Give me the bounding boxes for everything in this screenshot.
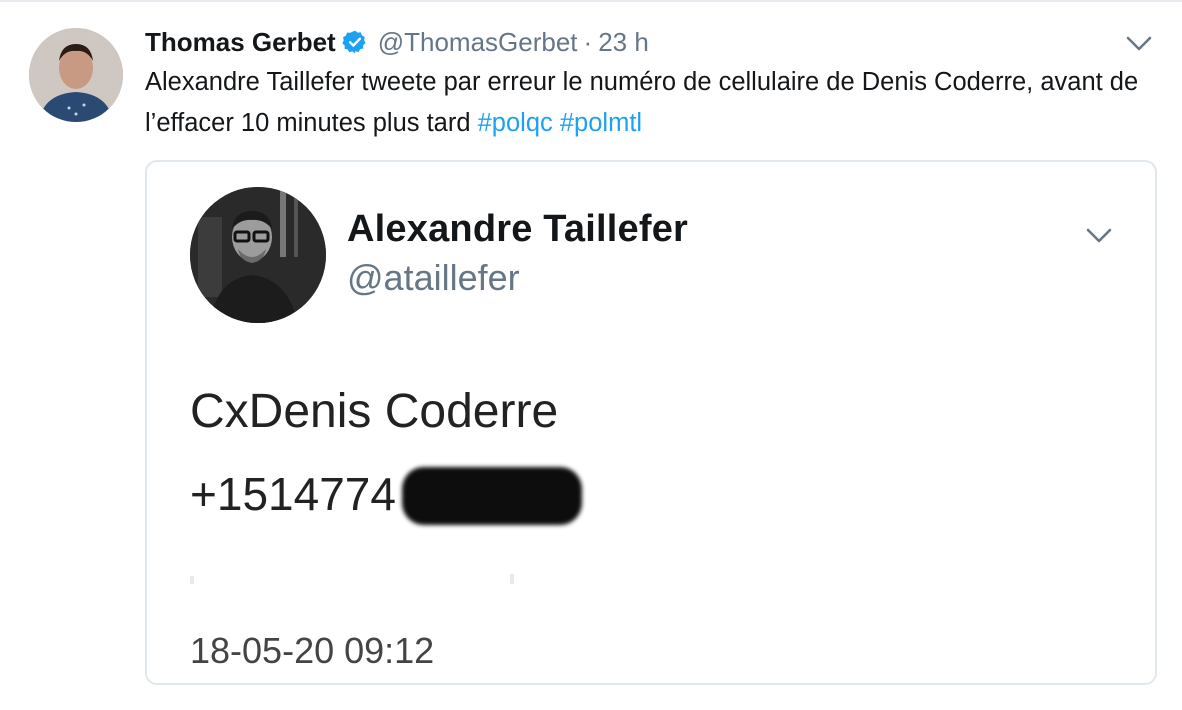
embedded-chevron-down-icon (1083, 224, 1115, 248)
redaction-scribble (402, 467, 582, 525)
author-avatar[interactable] (29, 28, 123, 122)
embedded-image-card[interactable]: Alexandre Taillefer @ataillefer CxDenis … (145, 160, 1157, 685)
divider (0, 0, 1182, 2)
person-avatar-icon (190, 187, 326, 323)
verified-badge-icon (342, 29, 368, 55)
faint-artifact (190, 572, 530, 586)
embedded-author-avatar (190, 187, 326, 323)
phone-number: +1514774 (190, 468, 396, 520)
tweet: Thomas Gerbet @ThomasGerbet · 23 h Alexa… (0, 0, 1182, 710)
tweet-time[interactable]: 23 h (598, 27, 649, 58)
author-name[interactable]: Thomas Gerbet (145, 27, 336, 58)
contact-name: CxDenis Coderre (190, 385, 559, 438)
tweet-text: Alexandre Taillefer tweete par erreur le… (145, 62, 1155, 144)
author-handle[interactable]: @ThomasGerbet (378, 27, 578, 58)
hashtag-link[interactable]: #polqc (478, 109, 553, 137)
person-avatar-icon (29, 28, 123, 122)
tweet-header: Thomas Gerbet @ThomasGerbet · 23 h (145, 26, 649, 58)
hashtag-link[interactable]: #polmtl (560, 109, 642, 137)
embedded-author-name: Alexandre Taillefer (347, 208, 689, 250)
embedded-author-handle: @ataillefer (347, 257, 520, 298)
separator: · (583, 26, 593, 57)
more-options-chevron-down-icon[interactable] (1124, 30, 1154, 56)
embedded-timestamp: 18-05-20 09:12 (190, 630, 435, 671)
